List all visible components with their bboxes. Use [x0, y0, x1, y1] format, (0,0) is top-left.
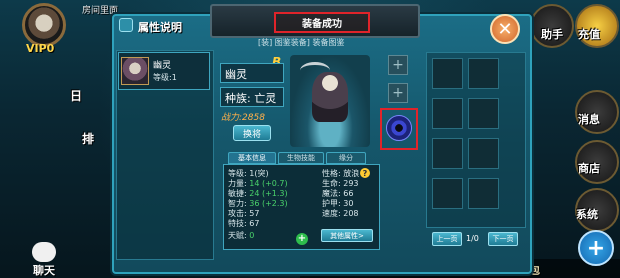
player-avatar[interactable] [22, 3, 66, 47]
hero-power: 战力:2858 [221, 113, 265, 123]
talent-plus-button[interactable]: + [296, 233, 308, 245]
chat-label: 聊天 [33, 264, 55, 277]
inventory-slot[interactable] [432, 58, 463, 89]
stat-skill: 特技: 67 [228, 219, 260, 228]
more-attributes-button[interactable]: 其他属性> [321, 229, 373, 242]
tab-basic-info[interactable]: 基本信息 [228, 152, 276, 164]
reaper-figure [312, 72, 348, 122]
expand-plus-button[interactable]: + [578, 230, 614, 266]
shop-label: 商店 [578, 162, 600, 175]
inventory-slot[interactable] [468, 98, 499, 129]
inventory-slot[interactable] [432, 98, 463, 129]
recharge-label: 充值 [578, 28, 600, 41]
character-name: 幽灵 [153, 61, 172, 71]
equip-slot-add-1[interactable]: + [388, 55, 408, 75]
inventory-slot[interactable] [468, 138, 499, 169]
system-label: 系统 [576, 208, 598, 221]
banner-subtabs: [装] 图鉴装备] 装备图鉴 [258, 38, 345, 47]
stat-talent: 天赋: 0 [228, 231, 255, 240]
equip-success-toast: 装备成功 [274, 12, 370, 33]
help-question-icon[interactable]: ? [360, 168, 370, 178]
vip-label: VIP0 [26, 42, 55, 55]
tab-creature-skills[interactable]: 生物技能 [278, 152, 324, 164]
inventory-slot[interactable] [432, 178, 463, 209]
change-hero-button[interactable]: 换将 [233, 125, 271, 141]
dialog-title-icon [119, 18, 133, 32]
tab-fate[interactable]: 缘分 [326, 152, 366, 164]
inventory-slot[interactable] [468, 178, 499, 209]
inventory-slot[interactable] [468, 58, 499, 89]
dialog-title: 属性说明 [138, 21, 182, 34]
close-button[interactable]: ✕ [490, 14, 520, 44]
left-side-label-2: 排 [82, 132, 95, 146]
left-side-label-1: 日 [70, 89, 83, 103]
hero-race: 种族: 亡灵 [225, 92, 277, 105]
chat-icon[interactable] [32, 242, 56, 262]
stat-speed: 速度: 208 [322, 209, 359, 218]
news-label: 消息 [578, 113, 600, 126]
page-indicator: 1/0 [466, 234, 479, 243]
character-level: 等级:1 [153, 73, 177, 82]
equip-slot-add-2[interactable]: + [388, 83, 408, 103]
orb-equipment-icon[interactable] [386, 115, 412, 141]
next-page-button[interactable]: 下一页 [488, 232, 518, 246]
hero-name: 幽灵 [225, 68, 247, 81]
character-portrait [121, 57, 149, 85]
inventory-slot[interactable] [432, 138, 463, 169]
help-label: 助手 [541, 28, 563, 41]
prev-page-button[interactable]: 上一页 [432, 232, 462, 246]
